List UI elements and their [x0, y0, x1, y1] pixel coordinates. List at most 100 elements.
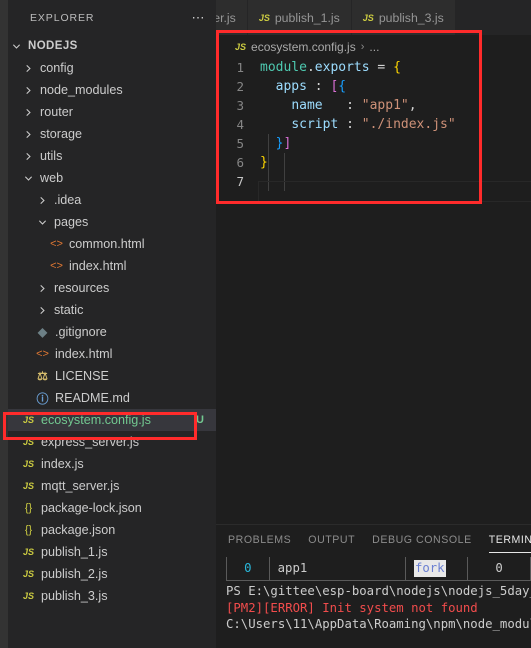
sidebar-item-label: config [40, 61, 74, 75]
sidebar-item-config[interactable]: config [8, 57, 216, 79]
sidebar-item-publish-1-js[interactable]: JS publish_1.js [8, 541, 216, 563]
chevron-right-icon: › [360, 40, 365, 53]
file-tree[interactable]: NODEJS config node_modules router storag… [8, 35, 216, 607]
chevron-down-icon [8, 42, 24, 51]
pm2-restarts-cell: 0 [467, 556, 531, 581]
git-status-badge: U [196, 414, 204, 426]
js-file-icon: JS [22, 481, 34, 491]
license-file-icon: ⚖ [37, 369, 48, 383]
sidebar-item-label: web [40, 171, 64, 185]
sidebar-item-label: .gitignore [55, 325, 107, 339]
code-editor[interactable]: 1 module.exports = {2 apps : [{3 name : "… [216, 58, 531, 524]
chevron-down-icon [34, 218, 50, 227]
sidebar-item-storage[interactable]: storage [8, 123, 216, 145]
sidebar-item-label: README.md [55, 391, 130, 405]
sidebar-item-publish-2-js[interactable]: JS publish_2.js [8, 563, 216, 585]
code-line[interactable]: 6} [216, 153, 531, 172]
indent-guide [284, 153, 285, 191]
sidebar-item-static[interactable]: static [8, 299, 216, 321]
tab-andler-js[interactable]: JS andler.js [216, 0, 248, 35]
code-line[interactable]: 4 script : "./index.js" [216, 115, 531, 134]
breadcrumb-file[interactable]: ecosystem.config.js [251, 40, 356, 54]
sidebar-item-label: publish_2.js [41, 567, 108, 581]
sidebar-item-web[interactable]: web [8, 167, 216, 189]
sidebar-item-license[interactable]: ⚖ LICENSE [8, 365, 216, 387]
sidebar-item-index-html[interactable]: <> index.html [8, 343, 216, 365]
js-file-icon: JS [22, 459, 34, 469]
pm2-id-cell: 0 [226, 556, 269, 581]
tab-publish-3-js[interactable]: JS publish_3.js [351, 0, 456, 35]
tab-label: publish_3.js [378, 10, 444, 25]
terminal-output[interactable]: 0 app1 fork 0 PS E:\gittee\esp-board\nod… [216, 555, 531, 648]
tab-debug-console[interactable]: DEBUG CONSOLE [372, 525, 472, 555]
line-number: 5 [236, 136, 244, 151]
code-line[interactable]: 1 module.exports = { [216, 58, 531, 77]
sidebar-item-idea[interactable]: .idea [8, 189, 216, 211]
sidebar-item-gitignore[interactable]: ◆ .gitignore [8, 321, 216, 343]
sidebar-item-ecosystem-config-js[interactable]: JS ecosystem.config.js U [8, 409, 216, 431]
sidebar-item-label: index.html [55, 347, 113, 361]
code-token: } [260, 155, 268, 170]
sidebar-item-label: index.html [69, 259, 127, 273]
js-file-icon: JS [235, 41, 247, 52]
line-number: 1 [236, 60, 244, 75]
sidebar-item-index-js[interactable]: JS index.js [8, 453, 216, 475]
tab-problems[interactable]: PROBLEMS [228, 525, 291, 555]
sidebar-item-mqtt-server-js[interactable]: JS mqtt_server.js [8, 475, 216, 497]
terminal-line-error: [PM2][ERROR] Init system not found [226, 600, 478, 615]
sidebar-item-label: storage [40, 127, 83, 141]
sidebar-item-label: mqtt_server.js [41, 479, 120, 493]
line-number: 2 [236, 79, 244, 94]
tab-publish-1-js[interactable]: JS publish_1.js [247, 0, 352, 35]
chevron-right-icon [34, 284, 50, 293]
pm2-mode-value: fork [413, 560, 446, 577]
line-number: 4 [236, 117, 244, 132]
json-file-icon: {} [24, 502, 33, 514]
sidebar-item-readme[interactable]: ⓘ README.md [8, 387, 216, 409]
sidebar-item-pages[interactable]: pages [8, 211, 216, 233]
sidebar-item-resources[interactable]: resources [8, 277, 216, 299]
tab-terminal[interactable]: TERMINAL [488, 525, 531, 555]
code-line[interactable]: 5 }] [216, 134, 531, 153]
chevron-right-icon [20, 152, 36, 161]
activity-bar[interactable] [0, 0, 8, 648]
breadcrumb[interactable]: JS ecosystem.config.js › ... [216, 35, 531, 58]
html-file-icon: <> [36, 348, 49, 360]
sidebar-item-express-server-js[interactable]: JS express_server.js [8, 431, 216, 453]
code-text[interactable]: } [258, 153, 268, 172]
sidebar-item-publish-3-js[interactable]: JS publish_3.js [8, 585, 216, 607]
tree-root-nodejs[interactable]: NODEJS [8, 35, 216, 57]
sidebar-item-common-html[interactable]: <> common.html [8, 233, 216, 255]
sidebar-item-label: resources [54, 281, 110, 295]
sidebar-item-pages-index-html[interactable]: <> index.html [8, 255, 216, 277]
code-token: , [408, 98, 417, 113]
code-line[interactable]: 7 [216, 172, 531, 202]
code-text[interactable]: }] [258, 134, 292, 153]
sidebar-item-label: express_server.js [41, 435, 139, 449]
breadcrumb-tail[interactable]: ... [369, 40, 379, 54]
code-token: { [338, 79, 347, 94]
code-line[interactable]: 2 apps : [{ [216, 77, 531, 96]
sidebar-item-node-modules[interactable]: node_modules [8, 79, 216, 101]
code-text[interactable]: script : "./index.js" [258, 115, 455, 134]
sidebar-item-package-json[interactable]: {} package.json [8, 519, 216, 541]
sidebar-item-router[interactable]: router [8, 101, 216, 123]
code-token: "app1" [361, 98, 409, 113]
ellipsis-icon[interactable]: ⋯ [192, 11, 207, 24]
code-text[interactable]: apps : [{ [258, 77, 346, 96]
sidebar-item-utils[interactable]: utils [8, 145, 216, 167]
code-text[interactable]: module.exports = { [258, 58, 401, 77]
code-token: { [393, 60, 401, 75]
sidebar-item-label: node_modules [40, 83, 123, 97]
code-lines[interactable]: 1 module.exports = {2 apps : [{3 name : "… [216, 58, 531, 202]
tab-output[interactable]: OUTPUT [308, 525, 355, 555]
js-file-icon: JS [22, 547, 34, 557]
html-file-icon: <> [50, 238, 63, 250]
sidebar-item-package-lock-json[interactable]: {} package-lock.json [8, 497, 216, 519]
code-text[interactable]: name : "app1", [258, 96, 417, 115]
chevron-right-icon [34, 196, 50, 205]
js-file-icon: JS [258, 12, 270, 23]
code-line[interactable]: 3 name : "app1", [216, 96, 531, 115]
